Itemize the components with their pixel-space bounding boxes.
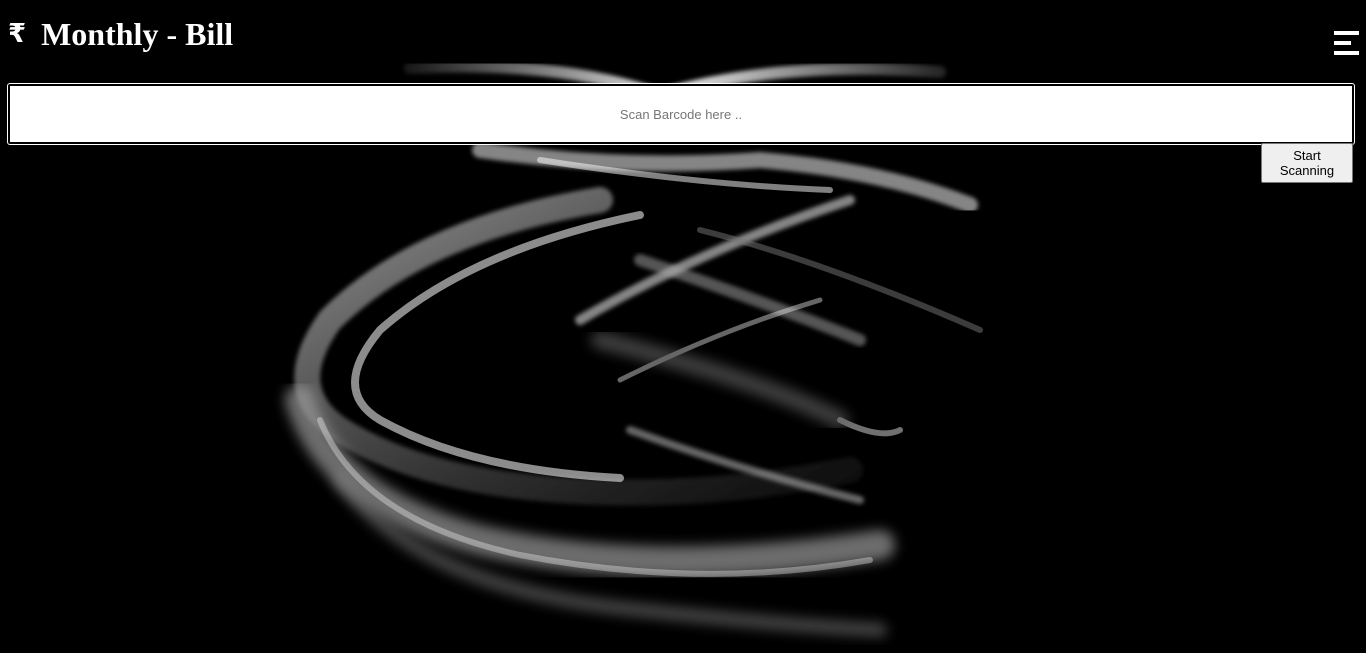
page-title: Monthly - Bill: [41, 16, 234, 52]
menu-bar-top: [1334, 31, 1359, 35]
barcode-scan-field-wrapper: [7, 83, 1355, 145]
app-header: ₹ Monthly - Bill: [8, 14, 233, 54]
start-scanning-button[interactable]: Start Scanning: [1261, 143, 1353, 183]
hamburger-menu-icon[interactable]: [1334, 31, 1359, 55]
rupee-icon: ₹: [8, 19, 27, 49]
menu-bar-bottom: [1334, 51, 1359, 55]
barcode-scan-input[interactable]: [7, 83, 1355, 145]
menu-bar-middle: [1334, 41, 1351, 45]
